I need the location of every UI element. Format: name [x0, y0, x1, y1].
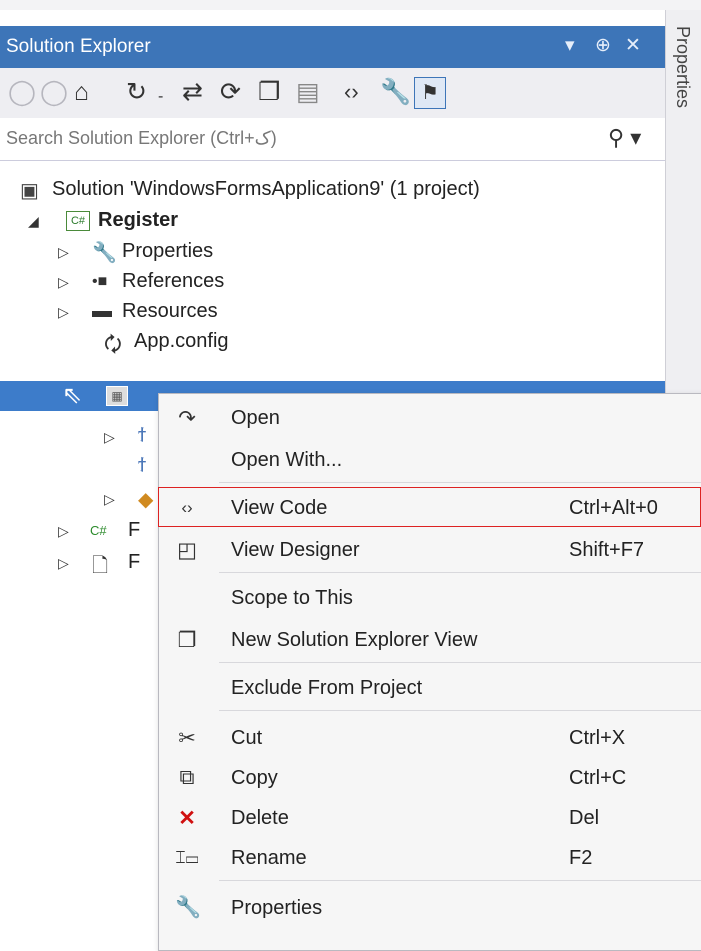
collapsed-arrow-icon[interactable]: ▷: [104, 491, 115, 508]
open-icon: ↷: [178, 407, 196, 430]
rename-icon: ⌶▭: [175, 848, 199, 867]
menu-item-open[interactable]: ↷ Open: [159, 398, 701, 438]
dropdown-icon[interactable]: ▾: [565, 34, 575, 57]
tree-child-row[interactable]: ▷ ◆: [0, 485, 160, 513]
form-icon: ▦: [106, 386, 128, 406]
context-menu: ↷ Open Open With... ‹› View Code Ctrl+Al…: [158, 393, 701, 951]
properties-icon[interactable]: 🔧: [380, 77, 411, 107]
resx-icon: ◆: [138, 489, 154, 511]
references-icon: •■: [92, 273, 108, 290]
menu-item-properties[interactable]: 🔧 Properties: [159, 888, 701, 928]
solution-label: Solution 'WindowsFormsApplication9' (1 p…: [52, 178, 480, 200]
menu-item-view-designer[interactable]: ◰ View Designer Shift+F7: [159, 530, 701, 570]
tree-item-resources[interactable]: ▷ ▬ Resources: [0, 298, 665, 326]
window-title: Solution Explorer: [6, 36, 151, 57]
delete-icon: ✕: [178, 807, 196, 830]
collapsed-arrow-icon[interactable]: ▷: [58, 523, 69, 540]
toolbar: ◯ ◯ ⌂ ↻ - ⇄ ⟳ ❐ ▤ ‹› 🔧 ⚑: [0, 68, 665, 118]
new-view-icon: ❐: [177, 629, 197, 652]
search-icon[interactable]: ⚲ ▾: [608, 125, 641, 151]
designer-icon: ◰: [177, 539, 197, 562]
home-icon[interactable]: ⌂: [74, 77, 89, 107]
tree-child-row[interactable]: ▷ ϯ: [0, 423, 160, 451]
menu-item-scope[interactable]: Scope to This: [159, 578, 701, 618]
solution-icon: ▣: [20, 180, 39, 202]
menu-item-cut[interactable]: ✂ Cut Ctrl+X: [159, 718, 701, 758]
child-icon: ϯ: [138, 455, 147, 477]
collapsed-arrow-icon[interactable]: ▷: [58, 304, 69, 321]
expanded-arrow-icon[interactable]: ◢: [28, 213, 39, 230]
menu-item-open-with[interactable]: Open With...: [159, 440, 701, 480]
folder-icon: ▬: [92, 300, 112, 322]
config-file-icon: 🗘: [104, 334, 122, 356]
menu-separator: [219, 710, 701, 711]
collapsed-arrow-icon[interactable]: ▷: [104, 429, 115, 446]
copy-icon: ⧉: [179, 766, 195, 789]
collapsed-arrow-icon[interactable]: ▷: [58, 555, 69, 572]
menu-separator: [219, 572, 701, 573]
file-icon: 🗋: [92, 555, 109, 577]
wrench-icon: 🔧: [175, 896, 202, 919]
show-all-icon[interactable]: ▤: [296, 77, 320, 107]
tree-item-file[interactable]: ▷ 🗋 F: [0, 549, 160, 577]
tree-item-label: Properties: [122, 240, 214, 262]
menu-item-new-view[interactable]: ❐ New Solution Explorer View: [159, 620, 701, 660]
history-icon[interactable]: ↻: [126, 77, 147, 107]
pin-icon[interactable]: ⊕: [595, 34, 611, 57]
menu-item-view-code[interactable]: ‹› View Code Ctrl+Alt+0: [159, 488, 701, 528]
tree-item-references[interactable]: ▷ •■ References: [0, 268, 665, 296]
search-input[interactable]: Search Solution Explorer (Ctrl+ک): [6, 128, 277, 149]
project-label: Register: [98, 209, 179, 231]
wrench-icon: 🔧: [92, 242, 117, 264]
collapsed-arrow-icon[interactable]: ▷: [58, 244, 69, 261]
menu-separator: [219, 662, 701, 663]
cut-icon: ✂: [178, 727, 196, 750]
tree-item-label: F: [128, 551, 141, 573]
menu-separator: [219, 482, 701, 483]
menu-item-rename[interactable]: ⌶▭ Rename F2: [159, 838, 701, 878]
tree-project-row[interactable]: ◢ C# Register: [0, 207, 665, 235]
menu-item-delete[interactable]: ✕ Delete Del: [159, 798, 701, 838]
tree-item-program[interactable]: ▷ C# F: [0, 517, 160, 545]
csharp-project-icon: C#: [66, 211, 90, 231]
sync-icon[interactable]: ⇄: [182, 77, 203, 107]
close-icon[interactable]: ✕: [625, 34, 641, 57]
csharp-file-icon: C#: [90, 523, 107, 538]
menu-item-copy[interactable]: ⧉ Copy Ctrl+C: [159, 758, 701, 798]
tree-item-properties[interactable]: ▷ 🔧 Properties: [0, 238, 665, 266]
menu-separator: [219, 880, 701, 881]
menu-item-exclude[interactable]: Exclude From Project: [159, 668, 701, 708]
tree-item-label: Resources: [122, 300, 218, 322]
view-code-icon[interactable]: ‹›: [344, 77, 359, 107]
tree-solution-row[interactable]: ▣ Solution 'WindowsFormsApplication9' (1…: [0, 176, 665, 204]
code-icon: ‹›: [181, 498, 193, 517]
tree-child-row[interactable]: ϯ: [0, 453, 160, 481]
side-tab-label: Properties: [673, 26, 693, 109]
refresh-icon[interactable]: ⟳: [220, 77, 241, 107]
collapse-icon[interactable]: ❐: [258, 77, 280, 107]
tree-item-appconfig[interactable]: 🗘 App.config: [0, 328, 665, 356]
cursor-icon: ⇖: [62, 382, 83, 409]
tree-item-label: References: [122, 270, 225, 292]
search-box[interactable]: Search Solution Explorer (Ctrl+ک) ⚲ ▾: [0, 118, 665, 161]
collapsed-arrow-icon[interactable]: ▷: [58, 274, 69, 291]
child-icon: ϯ: [138, 425, 147, 447]
preview-icon[interactable]: ⚑: [414, 77, 446, 109]
title-bar: Solution Explorer ▾ ⊕ ✕: [0, 26, 665, 68]
back-icon[interactable]: ◯: [8, 77, 36, 107]
chevron-down-icon[interactable]: -: [158, 82, 163, 112]
forward-icon[interactable]: ◯: [40, 77, 68, 107]
tree-item-label: App.config: [134, 330, 229, 352]
tree-item-label: F: [128, 519, 141, 541]
